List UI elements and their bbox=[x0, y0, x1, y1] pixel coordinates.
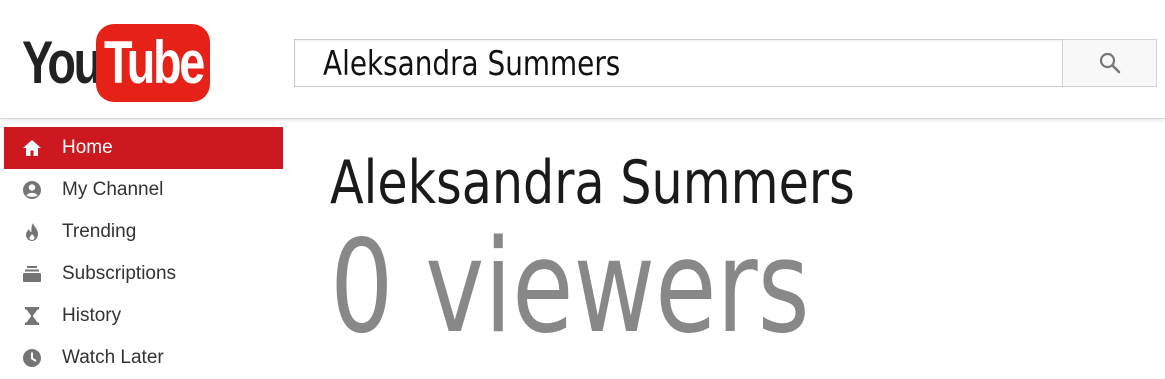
sidebar-item-label: Watch Later bbox=[62, 347, 164, 368]
sidebar-item-label: History bbox=[62, 305, 122, 326]
sidebar-item-trending[interactable]: Trending bbox=[4, 211, 283, 253]
sidebar-item-home[interactable]: Home bbox=[4, 127, 283, 169]
clock-icon bbox=[23, 349, 41, 367]
sidebar-item-label: Subscriptions bbox=[62, 263, 177, 284]
sidebar-item-watch-later[interactable]: Watch Later bbox=[4, 337, 283, 379]
sidebar-item-label: Trending bbox=[62, 221, 137, 242]
logo-tube-text: Tube bbox=[104, 29, 205, 96]
search-input[interactable]: Aleksandra Summers bbox=[294, 39, 1063, 87]
search-input-value: Aleksandra Summers bbox=[323, 44, 621, 84]
sidebar-item-my-channel[interactable]: My Channel bbox=[4, 169, 283, 211]
sidebar-item-label: My Channel bbox=[62, 179, 164, 200]
hourglass-icon bbox=[25, 307, 39, 325]
sidebar-item-subscriptions[interactable]: Subscriptions bbox=[4, 253, 283, 295]
sidebar-item-history[interactable]: History bbox=[4, 295, 283, 337]
channel-title: Aleksandra Summers bbox=[330, 148, 855, 218]
search-icon bbox=[1099, 52, 1121, 74]
guide-sidebar: Home My Channel Trending Subscriptions H… bbox=[4, 127, 283, 379]
logo-tube-box: Tube bbox=[96, 24, 210, 102]
account-icon bbox=[23, 181, 41, 199]
home-icon bbox=[23, 140, 41, 156]
sidebar-item-label: Home bbox=[62, 137, 113, 158]
subscriptions-icon bbox=[23, 266, 41, 282]
viewer-count: 0 viewers bbox=[330, 213, 810, 362]
search-button[interactable] bbox=[1062, 39, 1157, 87]
masthead: You Tube Aleksandra Summers bbox=[0, 0, 1165, 119]
flame-icon bbox=[26, 223, 38, 241]
logo-you-text: You bbox=[22, 29, 102, 96]
